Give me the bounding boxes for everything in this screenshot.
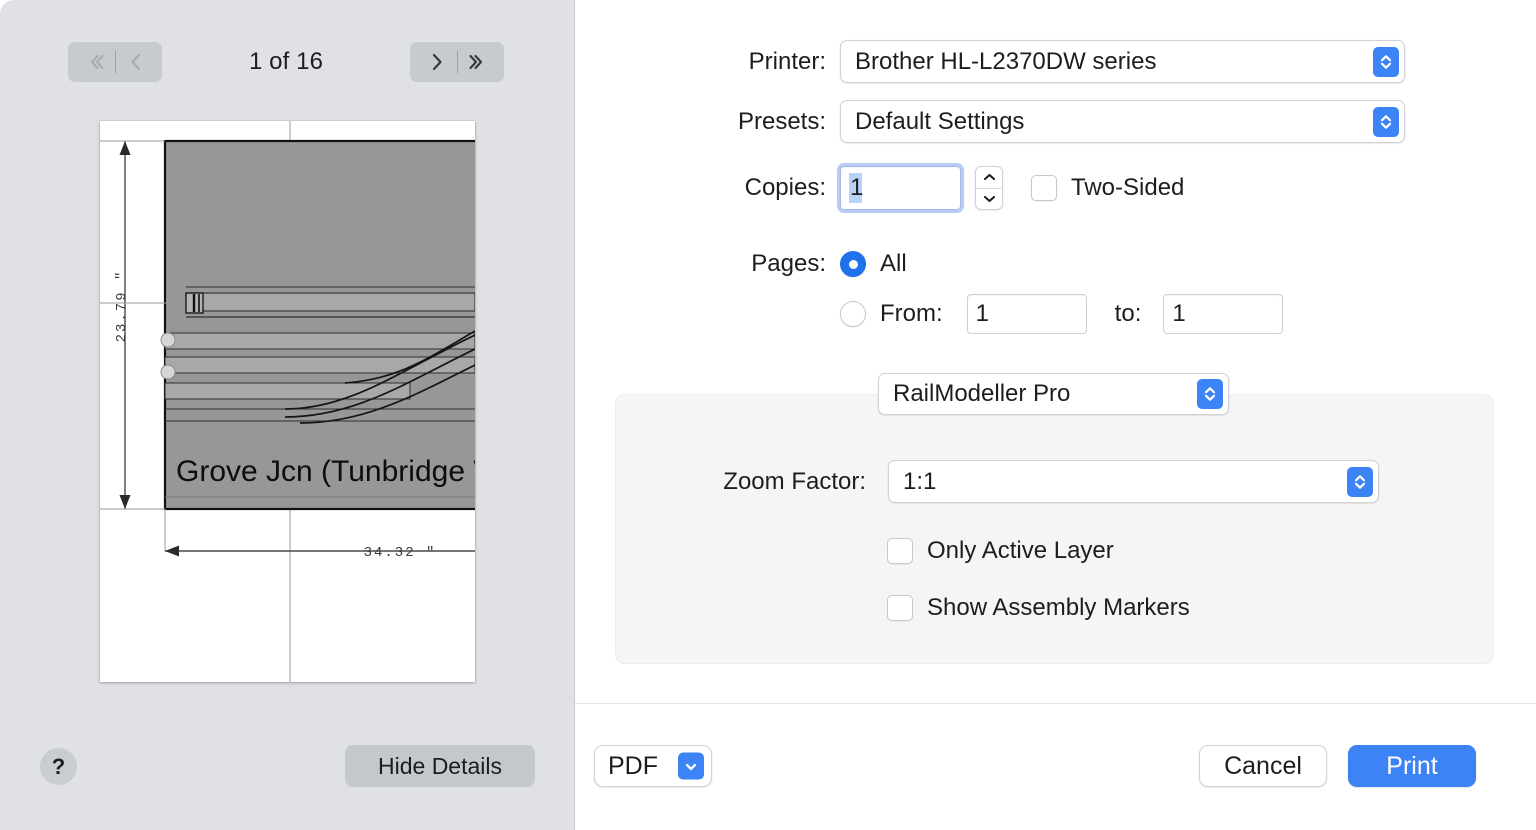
last-page-button[interactable] bbox=[458, 42, 498, 82]
two-sided-label: Two-Sided bbox=[1071, 174, 1185, 201]
stepper-increment-button[interactable] bbox=[976, 167, 1002, 188]
track-plan-drawing: 23.79 " 34.32 " Grove Jcn (Tunbridge W bbox=[100, 121, 475, 682]
chevron-right-icon bbox=[432, 53, 442, 71]
copies-field-wrapper: 1 bbox=[837, 163, 964, 213]
cancel-button[interactable]: Cancel bbox=[1199, 745, 1327, 787]
plugin-selector-popup[interactable]: RailModeller Pro bbox=[878, 373, 1229, 415]
zoom-factor-row: Zoom Factor: 1:1 bbox=[616, 460, 1456, 503]
copies-label: Copies: bbox=[744, 174, 826, 201]
show-assembly-markers-checkbox-box bbox=[887, 595, 913, 621]
copies-row: Copies: 1 Two-Sided bbox=[575, 163, 1475, 213]
two-sided-checkbox[interactable]: Two-Sided bbox=[1031, 174, 1184, 202]
chevron-double-right-icon bbox=[468, 54, 482, 70]
pages-range-radio-circle bbox=[840, 301, 866, 327]
pdf-button[interactable]: PDF bbox=[594, 745, 712, 787]
printer-label: Printer: bbox=[748, 47, 826, 75]
printer-popup[interactable]: Brother HL-L2370DW series bbox=[840, 40, 1405, 83]
chevron-up-down-icon bbox=[1373, 106, 1399, 137]
chevron-double-left-icon bbox=[90, 54, 104, 70]
print-dialog: 1 of 16 23.79 " 34.32 " Grove Jcn (Tunbr… bbox=[0, 0, 1536, 830]
plugin-options-groupbox: Zoom Factor: 1:1 Only Active Layer Show … bbox=[615, 394, 1494, 664]
copies-stepper[interactable] bbox=[975, 166, 1003, 210]
vertical-dimension-text: 23.79 " bbox=[114, 270, 130, 343]
presets-value: Default Settings bbox=[855, 107, 1025, 135]
pages-all-radio[interactable]: All bbox=[840, 250, 907, 278]
pages-from-input[interactable] bbox=[966, 294, 1087, 334]
plugin-selector-value: RailModeller Pro bbox=[893, 380, 1071, 407]
help-button[interactable]: ? bbox=[40, 748, 77, 785]
stepper-decrement-button[interactable] bbox=[976, 187, 1002, 210]
pages-from-label: From: bbox=[880, 300, 943, 327]
pdf-label: PDF bbox=[608, 751, 658, 780]
show-assembly-markers-checkbox[interactable]: Show Assembly Markers bbox=[887, 594, 1190, 622]
zoom-factor-label: Zoom Factor: bbox=[723, 467, 866, 495]
chevron-left-icon bbox=[130, 53, 140, 71]
zoom-factor-popup[interactable]: 1:1 bbox=[888, 460, 1379, 503]
chevron-up-icon bbox=[983, 174, 995, 181]
pages-all-row: Pages: All bbox=[575, 250, 1475, 278]
page-nav-next-group bbox=[410, 42, 504, 82]
first-page-button[interactable] bbox=[75, 42, 115, 82]
print-preview-sidebar: 1 of 16 23.79 " 34.32 " Grove Jcn (Tunbr… bbox=[0, 0, 575, 830]
hide-details-button[interactable]: Hide Details bbox=[345, 745, 535, 787]
pages-label: Pages: bbox=[751, 250, 826, 277]
page-nav-previous-group bbox=[68, 42, 162, 82]
pages-all-radio-circle bbox=[840, 251, 866, 277]
page-preview[interactable]: 23.79 " 34.32 " Grove Jcn (Tunbridge W bbox=[100, 121, 475, 682]
only-active-layer-checkbox[interactable]: Only Active Layer bbox=[887, 537, 1114, 565]
chevron-up-down-icon bbox=[1347, 466, 1373, 497]
print-options-panel: Printer: Brother HL-L2370DW series Prese… bbox=[575, 0, 1536, 830]
plan-title-text: Grove Jcn (Tunbridge W bbox=[176, 455, 475, 488]
printer-value: Brother HL-L2370DW series bbox=[855, 47, 1157, 75]
pages-range-row: From: to: bbox=[575, 294, 1515, 334]
previous-page-button[interactable] bbox=[116, 42, 156, 82]
chevron-up-down-icon bbox=[1373, 46, 1399, 77]
only-active-layer-label: Only Active Layer bbox=[927, 537, 1114, 564]
presets-label: Presets: bbox=[737, 107, 826, 135]
pages-to-input[interactable] bbox=[1163, 294, 1284, 334]
print-button[interactable]: Print bbox=[1348, 745, 1476, 787]
pages-all-label: All bbox=[880, 250, 907, 277]
bottom-divider bbox=[575, 703, 1536, 704]
show-assembly-markers-label: Show Assembly Markers bbox=[927, 594, 1190, 621]
chevron-down-icon[interactable] bbox=[678, 752, 704, 780]
pages-range-radio[interactable]: From: bbox=[840, 300, 943, 328]
pages-to-label: to: bbox=[1114, 300, 1142, 327]
printer-row: Printer: Brother HL-L2370DW series bbox=[575, 40, 1405, 83]
only-active-layer-checkbox-box bbox=[887, 538, 913, 564]
page-counter: 1 of 16 bbox=[248, 48, 324, 75]
page-navigation-toolbar: 1 of 16 bbox=[0, 42, 575, 84]
chevron-up-down-icon bbox=[1197, 379, 1223, 409]
presets-row: Presets: Default Settings bbox=[575, 100, 1405, 143]
zoom-factor-value: 1:1 bbox=[903, 467, 937, 495]
copies-input[interactable] bbox=[837, 163, 964, 213]
chevron-down-icon bbox=[983, 195, 995, 202]
presets-popup[interactable]: Default Settings bbox=[840, 100, 1405, 143]
horizontal-dimension-text: 34.32 " bbox=[364, 545, 437, 561]
next-page-button[interactable] bbox=[417, 42, 457, 82]
track-marker-glyph bbox=[185, 292, 204, 314]
two-sided-checkbox-box bbox=[1031, 175, 1057, 201]
radio-dot bbox=[848, 259, 858, 269]
